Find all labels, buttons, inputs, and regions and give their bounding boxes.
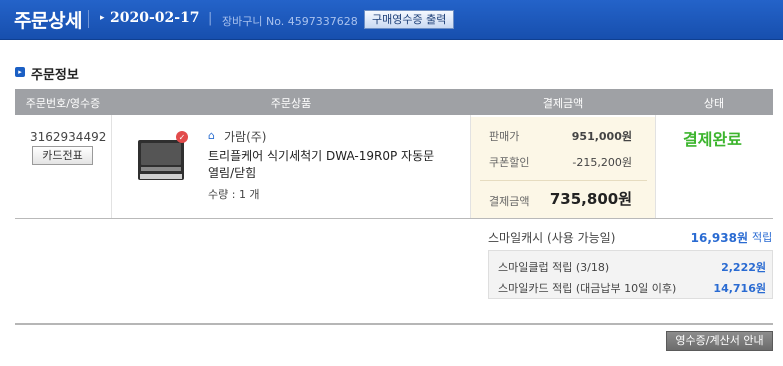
- divider: [15, 323, 773, 325]
- seller-name[interactable]: 가람(주): [224, 128, 266, 145]
- smile-card-label: 스마일카드 적립 (대금납부 10일 이후): [498, 282, 677, 295]
- divider: [15, 218, 773, 219]
- divider: [480, 180, 647, 181]
- print-receipt-button[interactable]: 구매영수증 출력: [364, 10, 455, 29]
- divider: |: [208, 11, 213, 26]
- sale-price-label: 판매가: [489, 130, 520, 143]
- smile-cash-label: 스마일캐시 (사용 가능일): [488, 231, 616, 245]
- total-payment: 735,800원: [549, 190, 632, 208]
- arrow-right-icon: ▸: [100, 13, 105, 23]
- smile-club-value: 2,222원: [721, 261, 766, 274]
- column-header-status: 상태: [703, 97, 725, 110]
- total-payment-label: 결제금액: [489, 195, 530, 208]
- sale-price: 951,000원: [571, 130, 632, 143]
- smile-cash-tail: 적립: [752, 231, 773, 244]
- smile-club-label: 스마일클럽 적립 (3/18): [498, 261, 610, 274]
- order-date: 2020-02-17: [110, 10, 200, 26]
- smile-cash-value: 16,938원: [690, 231, 748, 245]
- card-slip-button[interactable]: 카드전표: [32, 146, 93, 165]
- status-badge: 결제완료: [683, 130, 742, 149]
- section-title: 주문정보: [31, 68, 79, 83]
- home-icon[interactable]: ⌂: [208, 129, 215, 142]
- table-header: 주문번호/영수증 주문상품 결제금액 상태: [15, 89, 773, 115]
- bullet-icon: ▸: [15, 67, 25, 77]
- page-header: 주문상세 ▸ 2020-02-17 | 장바구니 No. 4597337628 …: [0, 0, 783, 40]
- coupon-discount: -215,200원: [572, 156, 632, 169]
- cart-number: 장바구니 No. 4597337628: [222, 15, 358, 28]
- receipt-guide-button[interactable]: 영수증/계산서 안내: [666, 331, 773, 351]
- column-header-product: 주문상품: [270, 97, 312, 110]
- product-name[interactable]: 트리플케어 식기세척기 DWA-19R0P 자동문 열림/닫힘: [208, 148, 440, 182]
- page-title: 주문상세: [14, 10, 82, 32]
- product-thumbnail[interactable]: ✓: [134, 130, 192, 186]
- product-quantity: 수량 : 1 개: [208, 188, 260, 201]
- column-header-payment: 결제금액: [542, 97, 584, 110]
- order-number: 3162934492: [30, 130, 107, 144]
- svg-text:✓: ✓: [179, 133, 186, 142]
- column-header-order-no: 주문번호/영수증: [25, 97, 101, 110]
- divider: [111, 115, 112, 218]
- coupon-discount-label: 쿠폰할인: [489, 156, 530, 169]
- divider: [88, 10, 89, 28]
- smile-card-value: 14,716원: [713, 282, 766, 295]
- divider: [655, 115, 656, 218]
